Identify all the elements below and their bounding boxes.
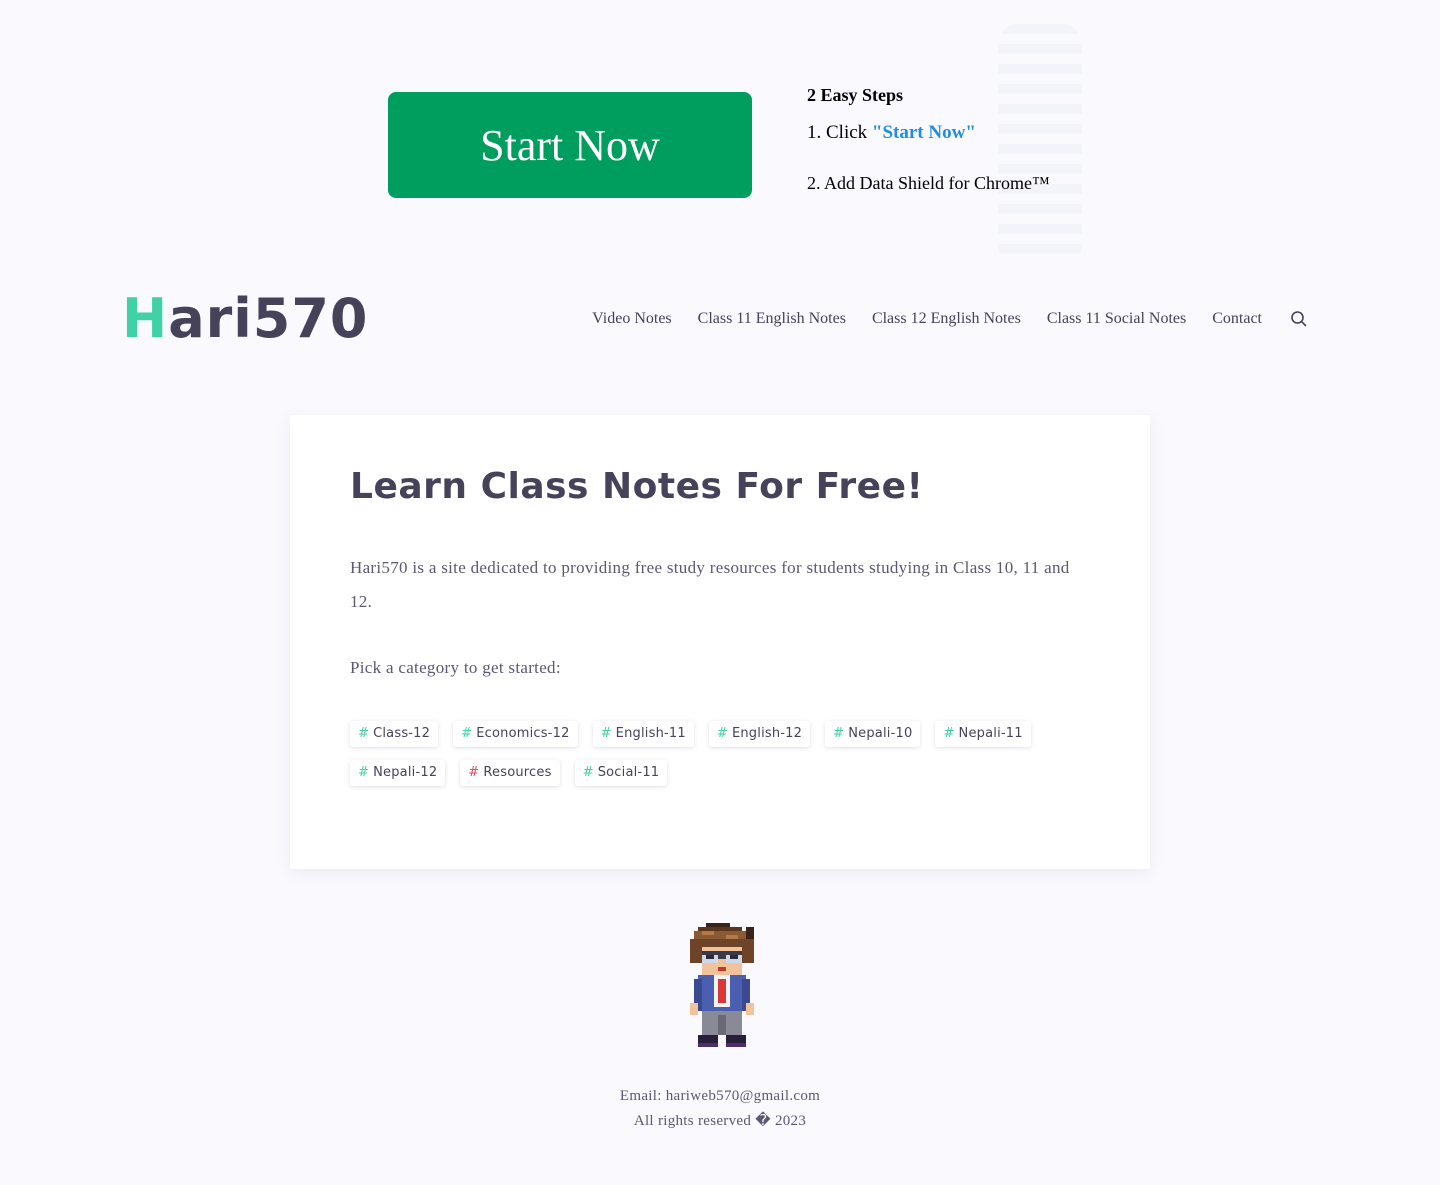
ad-step-1-prefix: 1. Click [807, 122, 872, 143]
pixel-character-avatar [690, 923, 754, 1047]
ad-steps-heading: 2 Easy Steps [807, 85, 904, 105]
tag-hash: # [582, 765, 594, 780]
tag-hash: # [600, 726, 612, 741]
tag-label: Class-12 [373, 726, 431, 741]
category-tags: # Class-12 # Economics-12 # English-11 # Eng… [350, 721, 1070, 799]
ad-step-1: 1. Click "Start Now" [807, 121, 1050, 145]
tag-english-12[interactable]: # English-12 [708, 721, 811, 747]
tag-label: Nepali-10 [848, 726, 913, 741]
tag-hash: # [716, 726, 728, 741]
site-footer: Email: hariweb570@gmail.com All rights r… [0, 1084, 1440, 1134]
tag-hash: # [833, 726, 845, 741]
page-title: Learn Class Notes For Free! [350, 466, 924, 507]
search-icon[interactable] [1290, 310, 1308, 328]
tag-label: Nepali-12 [373, 765, 438, 780]
tag-social-11[interactable]: # Social-11 [574, 760, 668, 786]
intro-text: Hari570 is a site dedicated to providing… [350, 558, 1070, 611]
tag-hash: # [358, 726, 370, 741]
footer-rights: All rights reserved � 2023 [633, 1113, 807, 1129]
tag-english-11[interactable]: # English-11 [592, 721, 694, 747]
main-nav: Video Notes Class 11 English Notes Class… [592, 306, 1308, 332]
tag-nepali-12[interactable]: # Nepali-12 [350, 760, 446, 786]
tag-class-12[interactable]: # Class-12 [350, 721, 439, 747]
site-logo[interactable]: Hari570 [122, 284, 369, 354]
tag-hash: # [358, 765, 370, 780]
tag-nepali-11[interactable]: # Nepali-11 [935, 721, 1031, 747]
tag-nepali-10[interactable]: # Nepali-10 [825, 721, 921, 747]
intro-card: Learn Class Notes For Free! Hari570 is a… [290, 415, 1150, 869]
ad-banner: Start Now 2 Easy Steps 1. Click "Start N… [0, 0, 1440, 270]
nav-class-11-english-notes[interactable]: Class 11 English Notes [698, 310, 846, 328]
tag-hash: # [943, 726, 955, 741]
start-now-button[interactable]: Start Now [388, 92, 752, 198]
footer-email[interactable]: Email: hariweb570@gmail.com [0, 1084, 1440, 1109]
ad-steps: 2 Easy Steps 1. Click "Start Now" 2. Add… [807, 83, 1050, 195]
tag-resources[interactable]: # Resources [460, 760, 560, 786]
tag-label: Social-11 [597, 765, 660, 780]
tag-economics-12[interactable]: # Economics-12 [453, 721, 578, 747]
logo-rest: ari570 [168, 287, 369, 350]
nav-video-notes[interactable]: Video Notes [592, 310, 671, 328]
nav-class-11-social-notes[interactable]: Class 11 Social Notes [1047, 310, 1186, 328]
tag-label: Resources [483, 765, 552, 780]
ad-step-2: 2. Add Data Shield for Chrome™ [807, 173, 1050, 193]
tag-label: Economics-12 [476, 726, 570, 741]
tag-label: English-11 [615, 726, 686, 741]
pick-category-text: Pick a category to get started: [350, 658, 561, 677]
nav-contact[interactable]: Contact [1212, 310, 1262, 328]
ad-step-1-highlight[interactable]: "Start Now" [872, 122, 976, 143]
tag-hash: # [461, 726, 473, 741]
nav-class-12-english-notes[interactable]: Class 12 English Notes [872, 310, 1021, 328]
tag-label: English-12 [731, 726, 803, 741]
logo-first-letter: H [122, 287, 169, 350]
tag-hash: # [468, 765, 480, 780]
tag-label: Nepali-11 [958, 726, 1023, 741]
